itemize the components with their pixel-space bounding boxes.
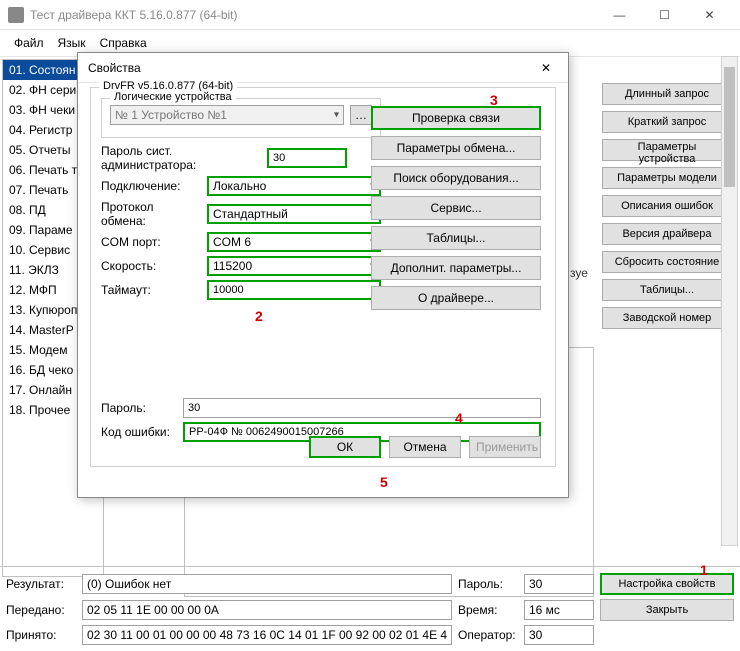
properties-dialog: Свойства ✕ DrvFR v5.16.0.877 (64-bit) Ло… [77,52,569,498]
operator-field[interactable] [524,625,594,645]
menu-language[interactable]: Язык [52,34,92,52]
dialog-close-button[interactable]: ✕ [534,56,558,80]
time-label: Время: [458,603,518,617]
result-field[interactable] [82,574,452,594]
right-panel: Длинный запрос Краткий запрос Параметры … [602,57,740,577]
exchange-params-button[interactable]: Параметры обмена... [371,136,541,160]
timeout-input[interactable]: 10000 [207,280,381,300]
password-label: Пароль: [458,577,518,591]
device-select[interactable]: № 1 Устройство №1 ▾ [110,105,344,125]
connection-select[interactable]: Локально ▾ [207,176,381,196]
maximize-button[interactable]: ☐ [642,0,687,30]
about-driver-button[interactable]: О драйвере... [371,286,541,310]
close-button[interactable]: ✕ [687,0,732,30]
error-code-label: Код ошибки: [101,425,177,439]
timeout-label: Таймаут: [101,283,201,297]
protocol-select[interactable]: Стандартный ▾ [207,204,381,224]
extra-params-button[interactable]: Дополнит. параметры... [371,256,541,280]
admin-password-input[interactable]: 30 [267,148,347,168]
close-app-button[interactable]: Закрыть [600,599,734,621]
bottom-panel: Результат: Пароль: Настройка свойств Пер… [0,566,740,651]
device-select-value: № 1 Устройство №1 [115,108,227,122]
reset-state-button[interactable]: Сбросить состояние [602,251,732,273]
sent-label: Передано: [6,603,76,617]
logical-devices-label: Логические устройства [110,91,236,103]
admin-password-label: Пароль сист. администратора: [101,144,261,172]
com-port-select[interactable]: COM 6 ▾ [207,232,381,252]
titlebar: Тест драйвера ККТ 5.16.0.877 (64-bit) — … [0,0,740,30]
dlg-tables-button[interactable]: Таблицы... [371,226,541,250]
speed-select[interactable]: 115200 ▾ [207,256,381,276]
password-field[interactable] [524,574,594,594]
app-icon [8,7,24,23]
recv-field[interactable] [82,625,452,645]
truncated-text: зуе [570,266,588,280]
error-descriptions-button[interactable]: Описания ошибок [602,195,732,217]
model-params-button[interactable]: Параметры модели [602,167,732,189]
dialog-groupbox: DrvFR v5.16.0.877 (64-bit) Логические ус… [90,87,556,467]
search-hardware-button[interactable]: Поиск оборудования... [371,166,541,190]
time-field[interactable] [524,600,594,620]
service-button[interactable]: Сервис... [371,196,541,220]
device-browse-button[interactable]: … [350,105,372,125]
chevron-down-icon: ▾ [334,110,339,121]
logical-devices-fieldset: Логические устройства № 1 Устройство №1 … [101,98,381,138]
recv-label: Принято: [6,628,76,642]
driver-version-button[interactable]: Версия драйвера [602,223,732,245]
speed-value: 115200 [213,259,252,273]
sent-field[interactable] [82,600,452,620]
short-request-button[interactable]: Краткий запрос [602,111,732,133]
long-request-button[interactable]: Длинный запрос [602,83,732,105]
dlg-password-label: Пароль: [101,401,177,415]
cancel-button[interactable]: Отмена [389,436,461,458]
protocol-label: Протокол обмена: [101,200,201,228]
operator-label: Оператор: [458,628,518,642]
vertical-scrollbar[interactable] [721,56,738,546]
dialog-action-column: Проверка связи Параметры обмена... Поиск… [371,106,541,310]
com-port-value: COM 6 [213,235,251,249]
ok-button[interactable]: ОК [309,436,381,458]
dialog-buttons: ОК Отмена Применить [309,436,541,458]
protocol-value: Стандартный [213,207,288,221]
check-connection-button[interactable]: Проверка связи [371,106,541,130]
dlg-password-input[interactable]: 30 [183,398,541,418]
connection-label: Подключение: [101,179,201,193]
speed-label: Скорость: [101,259,201,273]
apply-button[interactable]: Применить [469,436,541,458]
serial-number-button[interactable]: Заводской номер [602,307,732,329]
com-port-label: COM порт: [101,235,201,249]
menu-help[interactable]: Справка [94,34,153,52]
dialog-titlebar: Свойства ✕ [78,53,568,83]
tables-button[interactable]: Таблицы... [602,279,732,301]
minimize-button[interactable]: — [597,0,642,30]
menu-file[interactable]: Файл [8,34,50,52]
device-params-button[interactable]: Параметры устройства [602,139,732,161]
settings-button[interactable]: Настройка свойств [600,573,734,595]
connection-value: Локально [213,179,266,193]
window-title: Тест драйвера ККТ 5.16.0.877 (64-bit) [30,8,597,22]
dialog-title-text: Свойства [88,61,534,75]
result-label: Результат: [6,577,76,591]
scrollbar-thumb[interactable] [724,67,735,187]
